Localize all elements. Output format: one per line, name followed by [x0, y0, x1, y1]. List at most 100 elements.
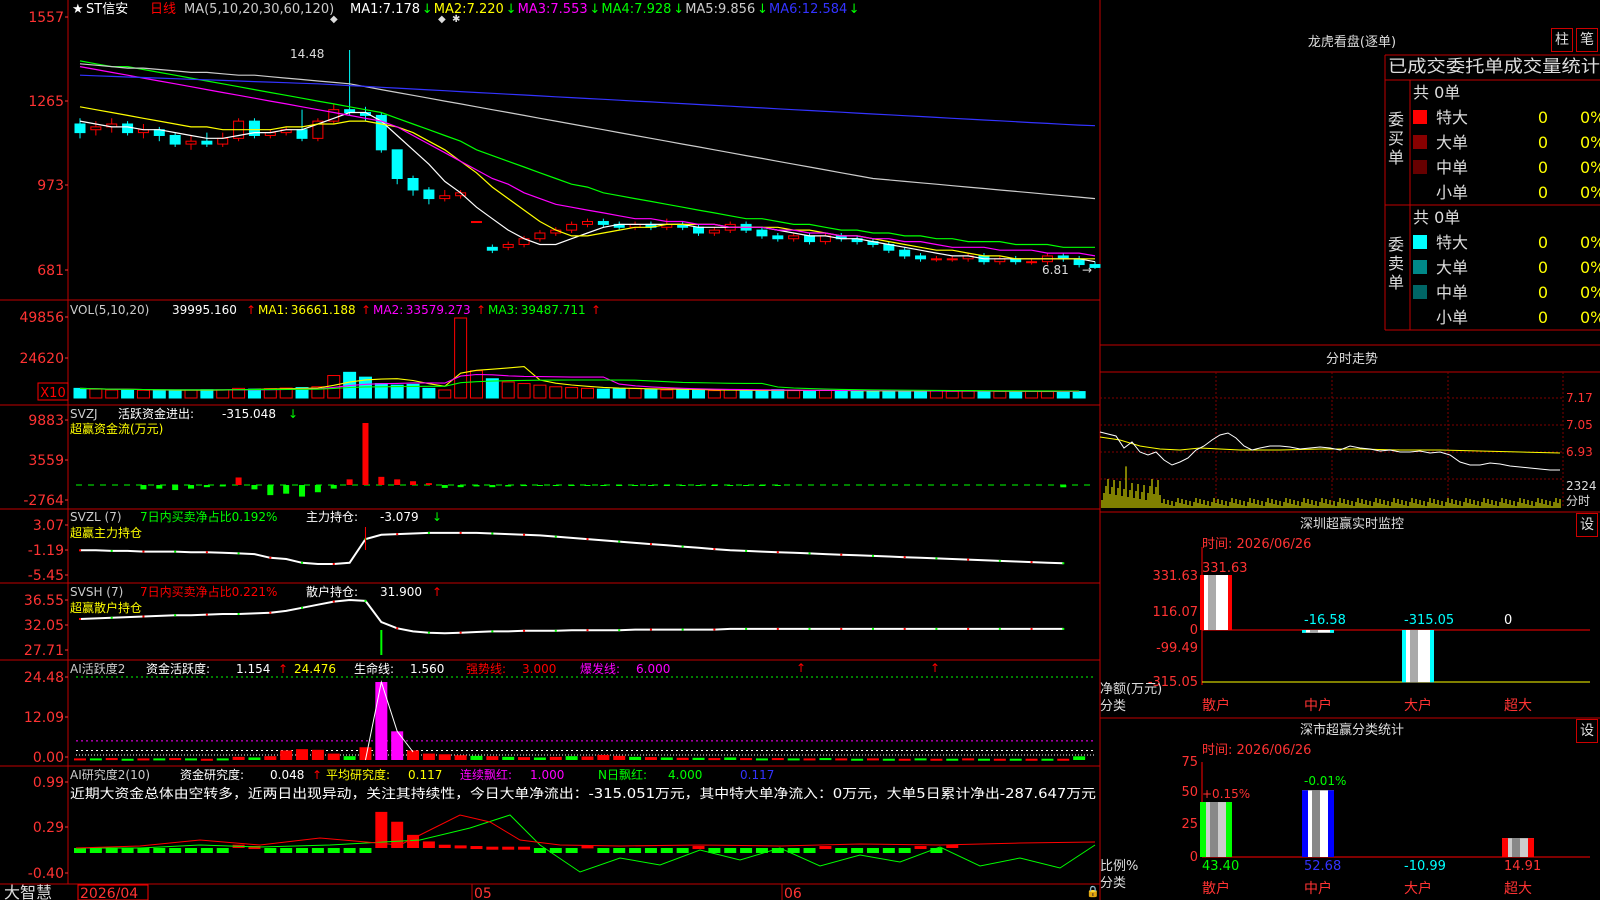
volume-bar — [850, 390, 864, 399]
indicator-dot — [301, 606, 304, 609]
activity-bar — [549, 756, 562, 760]
indicator-dot — [713, 628, 716, 631]
candle-body — [756, 229, 768, 237]
activity-bar — [343, 756, 356, 760]
activity-bar — [121, 758, 134, 761]
indicator-dot — [269, 611, 272, 614]
activity-bar — [422, 753, 435, 760]
flow-bar — [774, 485, 781, 486]
flow-bar — [473, 485, 480, 487]
activity-bar — [518, 757, 531, 760]
svsh-title: SVSH (7) — [70, 585, 123, 599]
monitor-settings-button[interactable]: 设 — [1576, 513, 1598, 537]
ai2-arrow: ↑ — [312, 768, 322, 782]
bar-view-button[interactable]: 柱 — [1551, 28, 1573, 52]
y-axis-label: 1557 — [28, 10, 64, 26]
lock-icon[interactable]: 🔒 — [1086, 885, 1100, 898]
indicator-value: 7.553 — [550, 2, 587, 17]
svzl-arrow: ↓ — [432, 510, 442, 524]
flow-bar — [616, 485, 623, 486]
activity-bar — [311, 749, 324, 760]
lhb-header: 已成交委托单成交量统计 — [1388, 57, 1600, 77]
monitor-value-label: -16.58 — [1304, 613, 1346, 628]
lhb-color-swatch — [1413, 310, 1427, 324]
ai2-label2: 平均研究度: — [326, 767, 390, 782]
research-bar — [89, 848, 102, 853]
volume-bar — [818, 389, 832, 399]
activity-bar — [470, 755, 483, 760]
lhb-row-pct: 0% — [1580, 133, 1600, 152]
candle-body — [391, 149, 403, 180]
volume-bar — [898, 390, 912, 399]
ai2-label3: 连续飘红: — [460, 767, 512, 782]
flow-bar — [283, 485, 290, 494]
lhb-row-name: 中单 — [1436, 283, 1468, 302]
flow-bar — [536, 485, 543, 486]
ai2-label4: N日飘红: — [598, 767, 647, 782]
activity-bar — [819, 758, 832, 761]
indicator-line — [80, 531, 1064, 565]
period-label[interactable]: 日线 — [150, 2, 176, 17]
research-bar — [613, 848, 626, 853]
research-bar — [169, 848, 182, 853]
indicator-dot — [205, 613, 208, 616]
candle-body — [169, 134, 181, 145]
flow-bar — [235, 477, 242, 485]
activity-bar — [486, 756, 499, 760]
app-name: 大智慧 — [4, 883, 52, 900]
indicator-dot — [554, 629, 557, 632]
research-bar — [438, 844, 451, 848]
volume-bar — [771, 389, 785, 399]
volume-bar — [660, 389, 674, 399]
lhb-row-name: 小单 — [1436, 183, 1468, 202]
volume-bar — [247, 388, 261, 399]
y-axis-label: -0.40 — [28, 866, 64, 882]
lhb-row-count: 0 — [1538, 258, 1548, 277]
candle-body — [296, 129, 308, 139]
y-axis-label: 973 — [37, 178, 64, 194]
classstat-settings-button[interactable]: 设 — [1576, 719, 1598, 743]
trend-arrow-icon: ↑ — [361, 303, 371, 317]
volume-bar — [121, 389, 135, 399]
candle-body — [185, 140, 197, 145]
date-jun: 06 — [784, 886, 802, 900]
flow-bar — [727, 485, 734, 486]
lhb-color-swatch — [1413, 110, 1427, 124]
lhb-row-pct: 0% — [1580, 183, 1600, 202]
classstat-value-label: -10.99 — [1404, 859, 1446, 874]
svzl-item1: 7日内买卖净占比0.192% — [140, 509, 277, 524]
lhb-color-swatch — [1413, 260, 1427, 274]
indicator-value: 36661.188 — [291, 303, 356, 317]
ai1-label3: 生命线: — [354, 661, 394, 676]
y-axis-label: 0.29 — [33, 820, 64, 836]
monitor-category: 中户 — [1304, 697, 1332, 714]
indicator-dot — [935, 557, 938, 560]
volume-bar — [89, 388, 103, 399]
indicator-label: MA3: — [488, 303, 518, 317]
research-bar — [914, 846, 927, 850]
research-bar — [200, 848, 213, 853]
volume-bar — [977, 390, 991, 399]
volume-bar — [168, 389, 182, 399]
flow-bar — [362, 423, 369, 485]
flow-bar — [330, 485, 337, 489]
ai1-value: 1.154 — [236, 662, 270, 676]
research-bar — [629, 848, 642, 853]
flow-bar — [219, 485, 226, 487]
volume-bar — [549, 386, 563, 399]
svzl-sub: 超赢主力持仓 — [70, 525, 142, 540]
research-bar — [280, 848, 293, 853]
tick-view-button[interactable]: 笔 — [1576, 28, 1598, 52]
y-axis-label: -5.45 — [28, 568, 64, 584]
indicator-line — [79, 598, 1064, 635]
svzj-value: -315.048 — [222, 407, 276, 421]
research-bar — [518, 846, 531, 850]
indicator-dot — [237, 552, 240, 555]
indicator-dot — [871, 554, 874, 557]
monitor-value-label: 0 — [1504, 613, 1512, 628]
main-chart-area[interactable]: ★ ST信安 日线 MA(5,10,20,30,60,120) MA1: 7.17… — [0, 0, 1600, 900]
indicator-dot — [459, 531, 462, 534]
lhb-row-count: 0 — [1538, 133, 1548, 152]
indicator-dot — [79, 617, 81, 620]
y-axis-label: 49856 — [19, 310, 64, 326]
